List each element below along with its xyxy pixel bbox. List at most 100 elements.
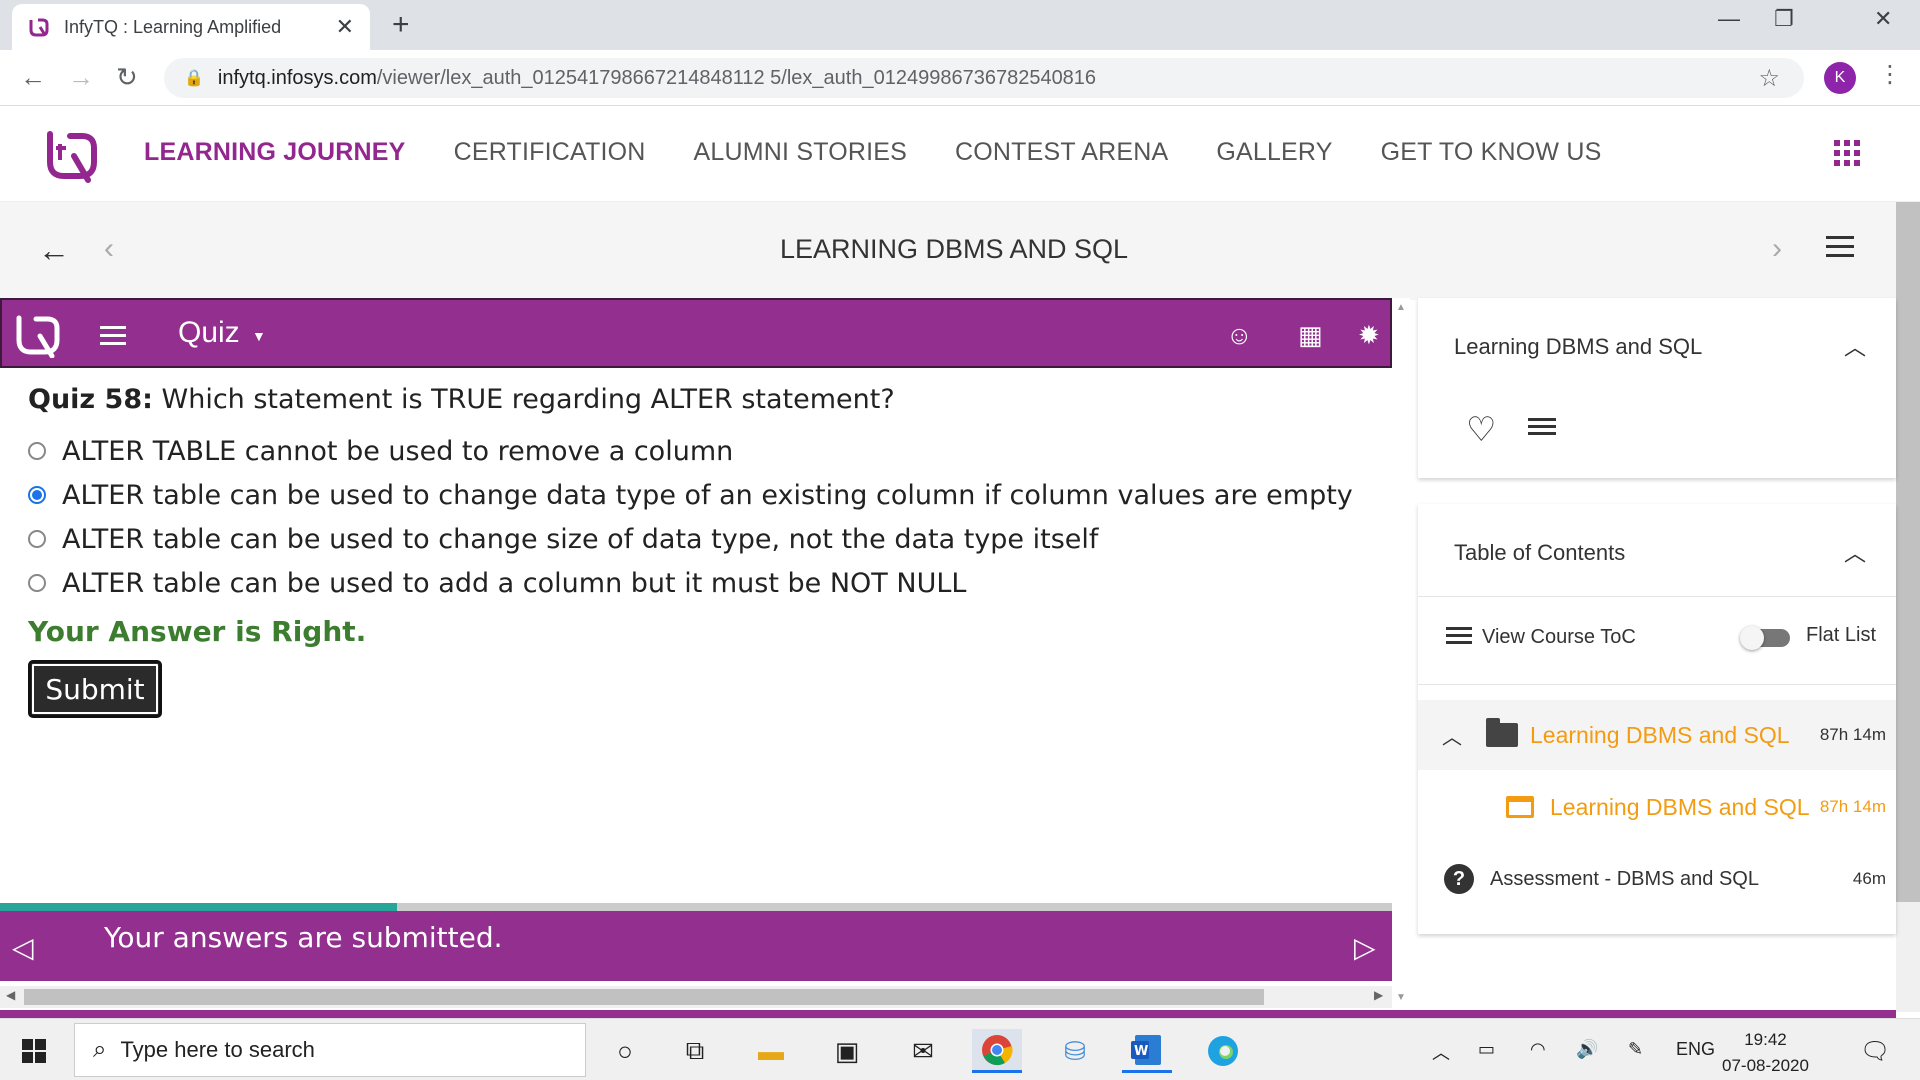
forward-arrow-icon[interactable]: →	[68, 62, 94, 93]
submit-button[interactable]: Submit	[28, 660, 162, 718]
task-view-icon[interactable]: ⧉	[670, 1029, 720, 1073]
store-icon[interactable]: ▣	[822, 1029, 872, 1073]
bookmark-star-icon[interactable]: ☆	[1758, 64, 1780, 93]
collapse-chevron-icon[interactable]: ︿	[1844, 330, 1866, 362]
battery-icon[interactable]: ▭	[1478, 1039, 1495, 1060]
browser-tab[interactable]: InfyTQ : Learning Amplified ✕	[12, 4, 370, 50]
infytq-logo[interactable]	[44, 126, 100, 184]
expand-chevron-icon[interactable]: ︿	[1442, 721, 1462, 750]
page-scrollbar-thumb[interactable]	[1896, 202, 1920, 902]
profile-avatar[interactable]: K	[1824, 62, 1856, 94]
address-bar[interactable]: 🔒 infytq.infosys.com /viewer/lex_auth_01…	[164, 58, 1804, 98]
course-card: Learning DBMS and SQL ︿ ♡	[1418, 298, 1896, 478]
footer-prev-icon[interactable]: ◁	[12, 931, 34, 964]
flat-list-toggle[interactable]	[1740, 626, 1792, 650]
svg-text:W: W	[1134, 1044, 1148, 1059]
quiz-menu-icon[interactable]	[100, 326, 126, 350]
wifi-icon[interactable]: ◠	[1530, 1039, 1546, 1060]
search-icon: ⌕	[93, 1036, 107, 1063]
quiz-vertical-scrollbar[interactable]: ▲ ▼	[1392, 298, 1410, 1010]
toc-list-icon	[1446, 627, 1472, 648]
course-bar: ← ‹ LEARNING DBMS AND SQL ›	[0, 202, 1896, 300]
scroll-left-icon[interactable]: ◀	[6, 988, 15, 1002]
option-1[interactable]: ALTER TABLE cannot be used to remove a c…	[28, 429, 1353, 473]
folder-icon	[1486, 718, 1518, 747]
view-toc-label: View Course ToC	[1482, 626, 1636, 648]
cortana-icon[interactable]: ○	[600, 1029, 650, 1073]
new-tab-icon[interactable]: +	[392, 8, 410, 42]
browser-tab-strip: InfyTQ : Learning Amplified ✕ + — ❐ ✕	[0, 0, 1920, 50]
restore-icon[interactable]: ❐	[1774, 6, 1794, 32]
option-3[interactable]: ALTER table can be used to change size o…	[28, 517, 1353, 561]
tray-expand-icon[interactable]: ︿	[1432, 1039, 1450, 1065]
windows-start-icon[interactable]	[22, 1039, 46, 1063]
back-arrow-icon[interactable]: ←	[20, 62, 46, 93]
view-course-toc[interactable]: View Course ToC	[1446, 626, 1636, 649]
pen-icon[interactable]: ✎	[1628, 1039, 1643, 1060]
option-radio-4[interactable]	[28, 574, 46, 592]
toc-item-title: Learning DBMS and SQL	[1550, 793, 1810, 820]
window-close-icon[interactable]: ✕	[1874, 6, 1892, 32]
taskbar-search[interactable]: ⌕ Type here to search	[74, 1023, 586, 1077]
nav-alumni-stories[interactable]: ALUMNI STORIES	[694, 138, 908, 167]
nav-certification[interactable]: CERTIFICATION	[454, 138, 646, 167]
scroll-up-icon[interactable]: ▲	[1396, 302, 1406, 313]
calendar-icon[interactable]: ▦	[1298, 320, 1323, 351]
site-header: LEARNING JOURNEY CERTIFICATION ALUMNI ST…	[0, 106, 1920, 202]
file-explorer-icon[interactable]: ▬	[746, 1029, 796, 1073]
option-2[interactable]: ALTER table can be used to change data t…	[28, 473, 1353, 517]
hscroll-thumb[interactable]	[24, 989, 1264, 1005]
edge-icon[interactable]	[1198, 1029, 1248, 1073]
playlist-icon[interactable]	[1528, 418, 1556, 439]
scroll-down-icon[interactable]: ▼	[1396, 992, 1406, 1003]
quiz-footer: ◁ Your answers are submitted. ▷	[0, 911, 1392, 981]
toc-item-duration: 46m	[1852, 869, 1886, 888]
quiz-horizontal-scrollbar[interactable]: ◀ ▶	[0, 986, 1392, 1008]
toc-card: Table of Contents ︿ View Course ToC Flat…	[1418, 504, 1896, 934]
smiley-icon[interactable]: ☺	[1226, 320, 1253, 351]
installer-icon[interactable]: ⛁	[1050, 1029, 1100, 1073]
footer-next-icon[interactable]: ▷	[1354, 931, 1376, 964]
quiz-dropdown[interactable]: Quiz	[178, 316, 240, 350]
option-radio-3[interactable]	[28, 530, 46, 548]
settings-icon[interactable]: ✹	[1358, 320, 1380, 351]
nav-get-to-know-us[interactable]: GET TO KNOW US	[1381, 138, 1602, 167]
volume-icon[interactable]: 🔊	[1576, 1039, 1598, 1060]
toc-item-assessment[interactable]: ? Assessment - DBMS and SQL 46m	[1418, 844, 1896, 914]
nav-gallery[interactable]: GALLERY	[1216, 138, 1332, 167]
language-indicator[interactable]: ENG	[1676, 1039, 1715, 1060]
chrome-icon[interactable]	[972, 1029, 1022, 1073]
toc-item-module[interactable]: ︿ Learning DBMS and SQL 87h 14m	[1418, 700, 1896, 770]
course-title: LEARNING DBMS AND SQL	[779, 234, 1129, 264]
next-chevron-icon[interactable]: ›	[1772, 232, 1782, 266]
nav-learning-journey[interactable]: LEARNING JOURNEY	[144, 138, 406, 167]
mail-icon[interactable]: ✉	[898, 1029, 948, 1073]
option-radio-1[interactable]	[28, 442, 46, 460]
nav-contest-arena[interactable]: CONTEST ARENA	[955, 138, 1168, 167]
course-menu-icon[interactable]	[1826, 236, 1854, 263]
browser-menu-icon[interactable]: ⋮	[1878, 60, 1902, 89]
search-placeholder: Type here to search	[120, 1037, 315, 1062]
clock-time: 19:42	[1744, 1030, 1787, 1049]
reload-icon[interactable]: ↻	[116, 62, 138, 93]
toc-item-resource[interactable]: Learning DBMS and SQL 87h 14m	[1418, 772, 1896, 842]
word-icon[interactable]: W	[1122, 1029, 1172, 1073]
quiz-topbar: Quiz ▼ ☺ ▦ ✹	[0, 298, 1392, 368]
answer-feedback: Your Answer is Right.	[28, 615, 367, 648]
scroll-right-icon[interactable]: ▶	[1374, 988, 1383, 1002]
notification-icon[interactable]: 🗨	[1860, 1037, 1890, 1066]
taskbar-clock[interactable]: 19:42 07-08-2020	[1722, 1027, 1809, 1079]
option-radio-2[interactable]	[28, 486, 46, 504]
caret-down-icon[interactable]: ▼	[252, 328, 266, 344]
page-scrollbar[interactable]	[1896, 202, 1920, 1012]
divider	[1418, 596, 1896, 597]
apps-grid-icon[interactable]	[1834, 140, 1860, 166]
minimize-icon[interactable]: —	[1718, 6, 1740, 32]
infytq-favicon-icon	[29, 18, 49, 37]
toc-collapse-chevron-icon[interactable]: ︿	[1844, 536, 1866, 568]
footer-message: Your answers are submitted.	[104, 921, 503, 954]
tab-close-icon[interactable]: ✕	[336, 14, 354, 40]
option-4[interactable]: ALTER table can be used to add a column …	[28, 561, 1353, 605]
main-nav: LEARNING JOURNEY CERTIFICATION ALUMNI ST…	[144, 138, 1650, 167]
heart-icon[interactable]: ♡	[1466, 410, 1496, 450]
